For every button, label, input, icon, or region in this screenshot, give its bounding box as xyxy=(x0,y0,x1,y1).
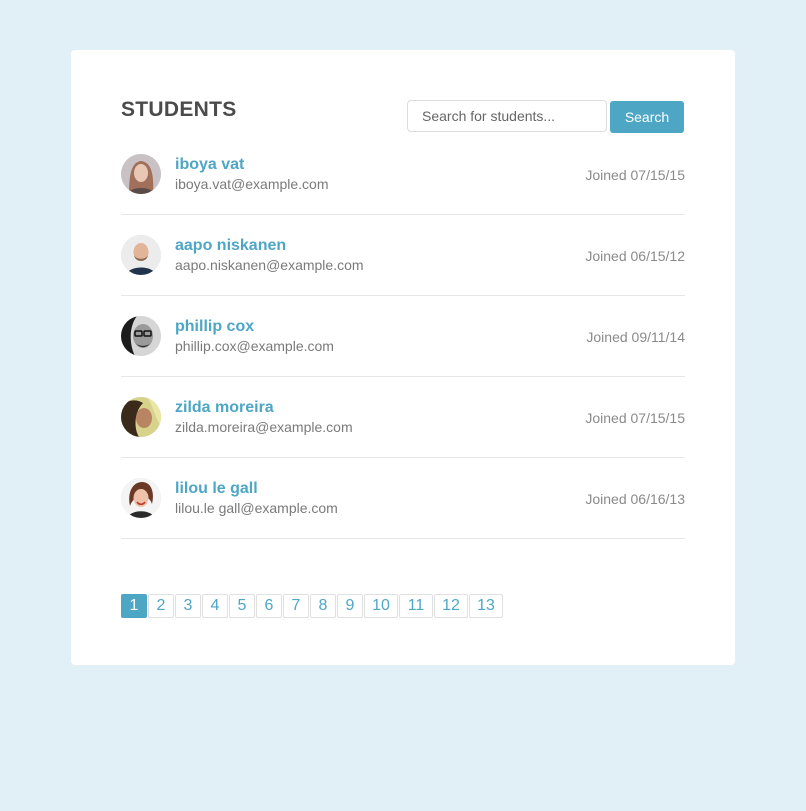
avatar xyxy=(121,316,161,356)
card-header: STUDENTS Search xyxy=(121,98,685,134)
joined-date: Joined 06/16/13 xyxy=(585,491,685,507)
students-card: STUDENTS Search iboya vat iboya.vat@exam… xyxy=(71,50,735,665)
student-row: lilou le gall lilou.le gall@example.com … xyxy=(121,458,685,539)
page-link[interactable]: 2 xyxy=(148,594,174,618)
joined-date: Joined 09/11/14 xyxy=(586,329,685,345)
student-email: lilou.le gall@example.com xyxy=(175,500,338,516)
page-link[interactable]: 7 xyxy=(283,594,309,618)
pagination: 1 2 3 4 5 6 7 8 9 10 11 12 13 xyxy=(121,594,503,618)
page-link[interactable]: 12 xyxy=(434,594,468,618)
page-link[interactable]: 6 xyxy=(256,594,282,618)
student-row: aapo niskanen aapo.niskanen@example.com … xyxy=(121,215,685,296)
avatar xyxy=(121,397,161,437)
page-link[interactable]: 5 xyxy=(229,594,255,618)
page-link[interactable]: 4 xyxy=(202,594,228,618)
page-link[interactable]: 9 xyxy=(337,594,363,618)
joined-date: Joined 07/15/15 xyxy=(585,410,685,426)
page-title: STUDENTS xyxy=(121,98,237,121)
student-email: iboya.vat@example.com xyxy=(175,176,329,192)
student-row: zilda moreira zilda.moreira@example.com … xyxy=(121,377,685,458)
page-link-current[interactable]: 1 xyxy=(121,594,147,618)
avatar xyxy=(121,235,161,275)
search-input[interactable] xyxy=(407,100,607,132)
search-button[interactable]: Search xyxy=(610,101,684,133)
student-email: phillip.cox@example.com xyxy=(175,338,334,354)
joined-date: Joined 06/15/12 xyxy=(585,248,685,264)
student-name[interactable]: iboya vat xyxy=(175,156,244,174)
page-link[interactable]: 13 xyxy=(469,594,503,618)
avatar xyxy=(121,154,161,194)
student-name[interactable]: lilou le gall xyxy=(175,480,258,498)
student-row: iboya vat iboya.vat@example.com Joined 0… xyxy=(121,134,685,215)
avatar xyxy=(121,478,161,518)
page-link[interactable]: 3 xyxy=(175,594,201,618)
page-link[interactable]: 10 xyxy=(364,594,398,618)
page-link[interactable]: 8 xyxy=(310,594,336,618)
joined-date: Joined 07/15/15 xyxy=(585,167,685,183)
student-name[interactable]: phillip cox xyxy=(175,318,254,336)
student-name[interactable]: aapo niskanen xyxy=(175,237,286,255)
student-name[interactable]: zilda moreira xyxy=(175,399,274,417)
student-email: aapo.niskanen@example.com xyxy=(175,257,364,273)
page-link[interactable]: 11 xyxy=(399,594,433,618)
student-list: iboya vat iboya.vat@example.com Joined 0… xyxy=(121,134,685,539)
student-row: phillip cox phillip.cox@example.com Join… xyxy=(121,296,685,377)
student-email: zilda.moreira@example.com xyxy=(175,419,353,435)
